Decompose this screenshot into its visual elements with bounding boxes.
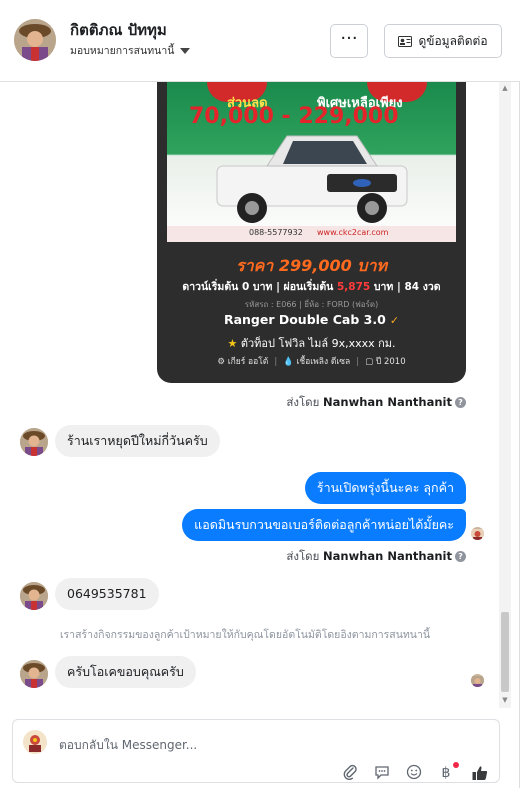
car-code-line: รหัสรถ : E066 | ยี่ห้อ : FORD (ฟอร์ด) [244,300,379,309]
page-avatar [23,730,47,754]
sent-by-prefix: ส่งโดย [286,395,320,409]
ad-phone: 088-5577932 [249,228,303,237]
star-icon: ★ [227,337,238,350]
spec-year: ปี 2010 [375,357,406,367]
chat-bubble-icon[interactable] [373,764,391,782]
car-photo-banner: ส่วนลด พิเศษเหลือเพียง 70,000 - 229,000 … [167,82,456,242]
car-trim-line: ★ ตัวท็อป โฟวิล ไมล์ 9x,xxxx กม. [157,334,466,352]
sent-by-prefix: ส่งโดย [286,549,320,563]
scroll-down-arrow-icon[interactable]: ▼ [501,696,509,704]
message-bubble-incoming[interactable]: 0649535781 [55,578,159,610]
reply-input[interactable]: ตอบกลับใน Messenger... [59,736,197,755]
car-model: Ranger Double Cab 3.0 ✓ [157,312,466,327]
pickup-truck-image [216,135,408,223]
calendar-icon: ▢ [365,357,374,367]
more-options-button[interactable]: ··· [330,24,368,58]
messenger-conversation: กิตติภณ ปัททุม มอบหมายการสนทนานี้ ··· ดู… [0,0,520,788]
seen-avatar [471,527,484,540]
sent-by-label: ส่งโดย Nanwhan Nanthanit? [286,394,466,412]
view-contact-label: ดูข้อมูลติดต่อ [418,33,488,48]
sender-name: Nanwhan Nanthanit [323,395,452,409]
contact-name[interactable]: กิตติภณ ปัททุม [70,18,167,42]
assign-conversation-dropdown[interactable]: มอบหมายการสนทนานี้ [70,42,191,59]
down-suffix: บาท | 84 งวด [373,281,441,293]
car-price: ราคา 299,000 บาท [236,256,387,275]
contact-strip [167,226,456,242]
car-specs: ⚙ เกียร์ ออโต้ | 💧 เชื้อเพลิง ดีเซล | ▢ ปี 2… [217,357,406,367]
view-contact-button[interactable]: ดูข้อมูลติดต่อ [384,24,502,58]
smiley-icon[interactable] [405,764,423,782]
down-payment-line: ดาวน์เริ่มต้น 0 บาท | ผ่อนเริ่มต้น 5,875… [157,278,466,295]
conversation-header: กิตติภณ ปัททุม มอบหมายการสนทนานี้ ··· ดู… [0,0,520,82]
fuel-drop-icon: 💧 [283,357,294,367]
verified-check-icon: ✓ [389,314,400,327]
message-bubble-incoming[interactable]: ร้านเราหยุดปีใหม่กี่วันครับ [55,425,220,457]
notification-dot [453,762,459,768]
monthly-amount: 5,875 [337,281,371,293]
baht-icon[interactable]: ฿ [437,764,455,782]
contact-avatar[interactable] [14,19,56,61]
assign-label: มอบหมายการสนทนานี้ [70,45,175,57]
contact-avatar-small[interactable] [20,428,48,456]
system-activity-note: เราสร้างกิจกรรมของลูกค้าเป้าหมายให้กับคุ… [59,629,431,641]
ad-website: www.ckc2car.com [317,228,389,237]
scrollbar-thumb[interactable] [501,612,509,692]
contact-avatar-small[interactable] [20,582,48,610]
down-prefix: ดาวน์เริ่มต้น 0 บาท | ผ่อนเริ่มต้น [182,281,334,293]
scroll-up-arrow-icon[interactable]: ▲ [501,84,509,92]
sender-name: Nanwhan Nanthanit [323,549,452,563]
help-question-icon[interactable]: ? [455,551,466,562]
contact-card-icon [398,35,413,47]
model-name: Ranger Double Cab 3.0 [223,312,386,327]
trim-text: ตัวท็อป โฟวิล ไมล์ 9x,xxxx กม. [240,337,396,350]
paperclip-icon[interactable] [341,764,359,782]
spec-fuel: เชื้อเพลิง ดีเซล [296,357,351,367]
message-bubble-outgoing[interactable]: แอดมินรบกวนขอเบอร์ติดต่อลูกค้าหน่อยได้มั… [182,509,466,541]
gear-icon: ⚙ [217,357,226,367]
sent-by-label: ส่งโดย Nanwhan Nanthanit? [286,548,466,566]
contact-avatar-small[interactable] [20,660,48,688]
message-bubble-outgoing[interactable]: ร้านเปิดพรุ่งนี้นะคะ ลุกค้า [304,472,466,504]
car-ad-image[interactable]: ส่วนลด พิเศษเหลือเพียง 70,000 - 229,000 … [157,82,466,383]
spec-gear: เกียร์ ออโต้ [227,357,269,367]
reply-composer[interactable]: ตอบกลับใน Messenger... ฿ [12,719,500,783]
help-question-icon[interactable]: ? [455,397,466,408]
thumbs-up-icon[interactable] [471,764,489,782]
caret-down-icon [180,48,191,54]
message-bubble-incoming[interactable]: ครับโอเคขอบคุณครับ [55,656,196,688]
seen-avatar [471,674,484,687]
